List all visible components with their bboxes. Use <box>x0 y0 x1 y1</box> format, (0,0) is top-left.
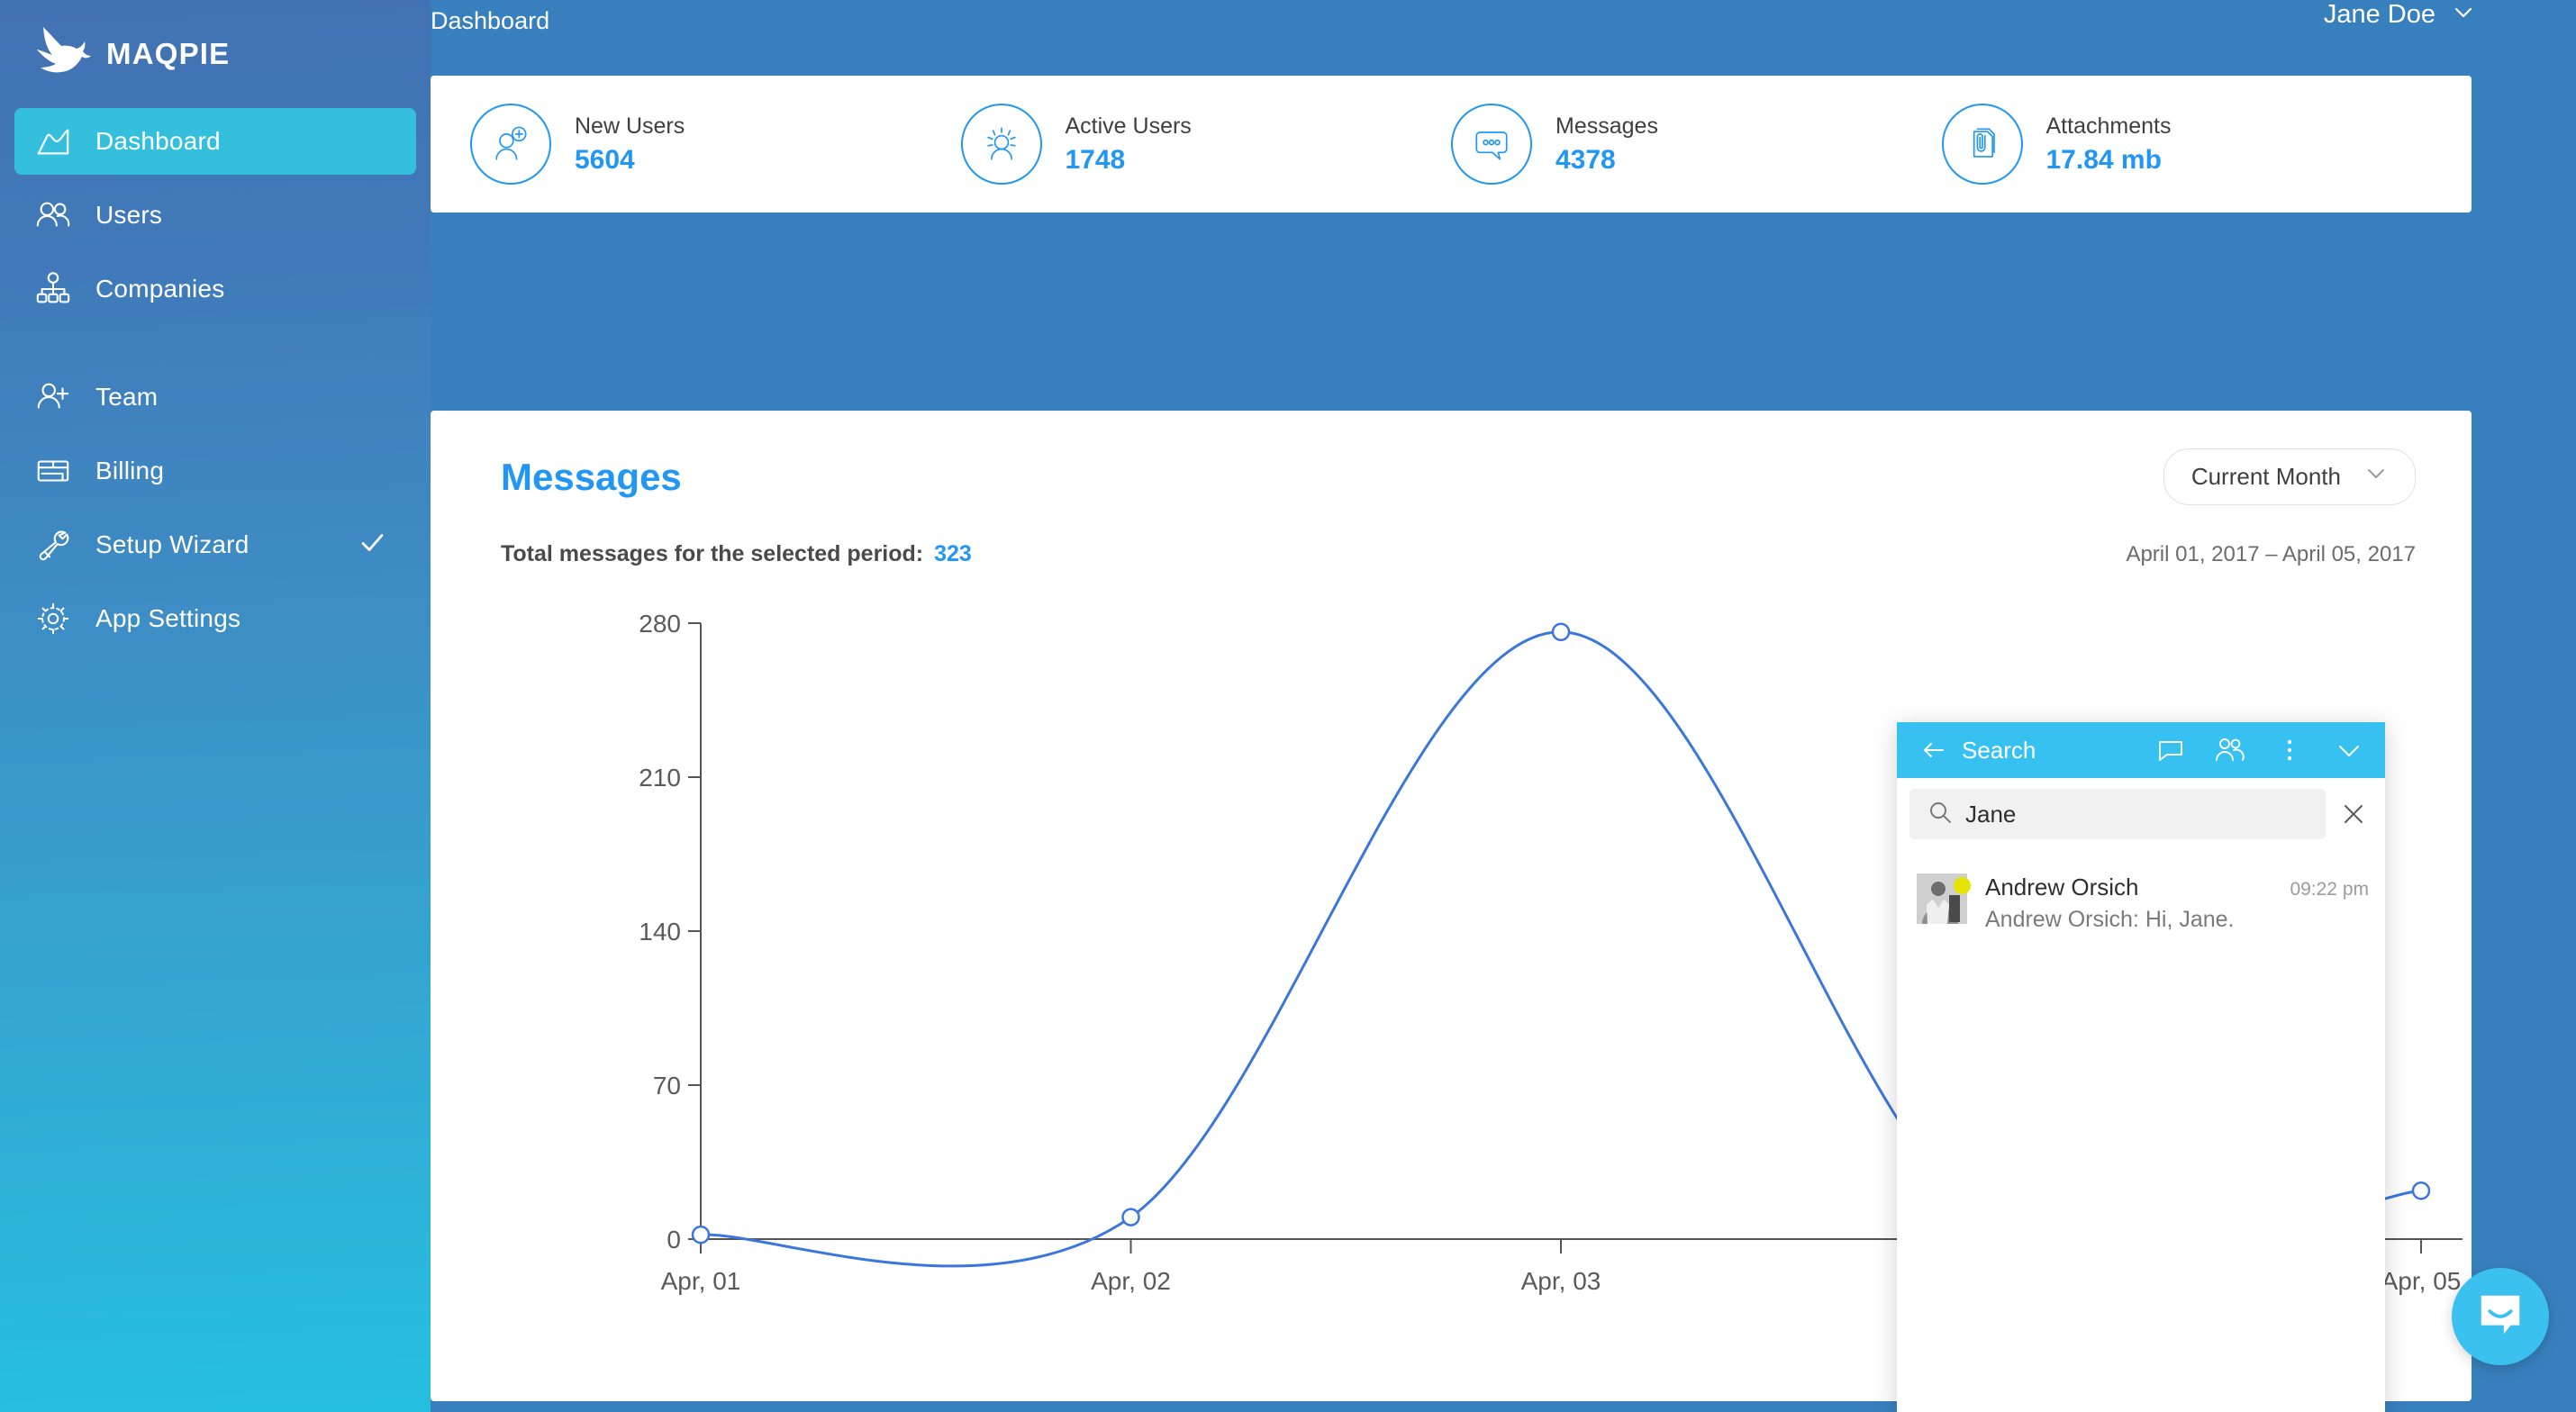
svg-text:70: 70 <box>653 1072 681 1100</box>
period-select[interactable]: Current Month <box>2163 448 2416 505</box>
user-add-icon <box>34 378 72 416</box>
sidebar-item-companies[interactable]: Companies <box>14 256 416 322</box>
clear-search-button[interactable] <box>2335 795 2372 833</box>
total-messages-value: 323 <box>934 541 972 566</box>
svg-text:Apr, 01: Apr, 01 <box>661 1267 741 1295</box>
users-icon <box>34 196 72 234</box>
magpie-bird-logo-icon <box>32 25 94 83</box>
intercom-launcher-button[interactable] <box>2452 1268 2549 1365</box>
gear-icon <box>34 600 72 638</box>
svg-text:Apr, 05: Apr, 05 <box>2381 1267 2462 1295</box>
attachment-icon <box>1941 104 2023 185</box>
sidebar-item-label: Dashboard <box>95 127 221 155</box>
user-active-icon <box>960 104 1042 185</box>
check-icon <box>358 530 385 561</box>
credit-card-icon <box>34 452 72 490</box>
chat-widget-header: Search <box>1897 722 2385 778</box>
sidebar-item-dashboard[interactable]: Dashboard <box>14 108 416 175</box>
stat-label: New Users <box>575 113 685 139</box>
chevron-down-icon[interactable] <box>2333 734 2365 766</box>
search-input[interactable]: Jane <box>1909 789 2326 839</box>
list-item[interactable]: Andrew Orsich 09:22 pm Andrew Orsich: Hi… <box>1897 864 2385 942</box>
avatar <box>1917 873 1971 924</box>
stat-value: 5604 <box>575 144 635 175</box>
sidebar-item-label: Users <box>95 201 163 229</box>
search-input-value: Jane <box>1965 800 2017 828</box>
stat-label: Attachments <box>2045 113 2172 139</box>
org-chart-icon <box>34 270 72 308</box>
sidebar-item-setup-wizard[interactable]: Setup Wizard <box>14 511 416 578</box>
chat-search-row: Jane <box>1897 778 2385 848</box>
search-icon <box>1927 800 1953 829</box>
svg-text:140: 140 <box>639 918 681 946</box>
sidebar-item-label: Billing <box>95 457 165 484</box>
chat-search-results: Andrew Orsich 09:22 pm Andrew Orsich: Hi… <box>1897 848 2385 1412</box>
sidebar-item-label: App Settings <box>95 604 241 632</box>
stat-value: 1748 <box>1065 144 1126 175</box>
chevron-down-icon <box>2364 462 2388 492</box>
message-preview: Andrew Orsich: Hi, Jane. <box>1985 907 2235 932</box>
user-menu[interactable]: Jane Doe <box>2324 0 2475 30</box>
message-time: 09:22 pm <box>2290 879 2369 900</box>
chat-widget-title: Search <box>1962 736 2036 764</box>
sidebar-item-billing[interactable]: Billing <box>14 438 416 504</box>
sidebar-item-users[interactable]: Users <box>14 182 416 249</box>
sidebar-item-team[interactable]: Team <box>14 364 416 430</box>
date-range: April 01, 2017 – April 05, 2017 <box>2126 541 2416 566</box>
page-title: Messages <box>501 455 682 498</box>
brand: MAQPIE <box>0 18 431 90</box>
total-messages-label: Total messages for the selected period: <box>501 541 924 566</box>
wrench-icon <box>34 526 72 564</box>
sidebar-item-label: Team <box>95 383 159 411</box>
sidebar: MAQPIE Dashboard Users Companies Team Bi… <box>0 0 431 1412</box>
stats-card: New Users 5604 Active Users 1748 Message… <box>431 76 2472 213</box>
brand-name: MAQPIE <box>106 37 231 70</box>
app-root: MAQPIE Dashboard Users Companies Team Bi… <box>0 0 2576 1412</box>
chat-bubble-icon <box>1451 104 1532 185</box>
sidebar-nav: Dashboard Users Companies Team Billing S… <box>0 108 431 652</box>
messages-subheader: Total messages for the selected period: 3… <box>431 505 2472 567</box>
nav-divider-space <box>0 322 431 364</box>
topbar: Dashboard Jane Doe <box>431 0 2576 41</box>
breadcrumb: Dashboard <box>431 7 550 34</box>
svg-text:0: 0 <box>667 1226 681 1254</box>
stat-active-users: Active Users 1748 <box>960 104 1452 185</box>
svg-text:Apr, 02: Apr, 02 <box>1091 1267 1171 1295</box>
contact-name: Andrew Orsich <box>1985 873 2139 901</box>
presence-indicator <box>1954 877 1971 894</box>
back-arrow-icon[interactable] <box>1917 733 1951 767</box>
period-select-label: Current Month <box>2191 463 2341 490</box>
stat-value: 17.84 mb <box>2045 144 2162 175</box>
sidebar-item-app-settings[interactable]: App Settings <box>14 585 416 652</box>
svg-text:210: 210 <box>639 764 681 792</box>
chat-widget-panel: Search Jane Andrew Orsich 09:22 pm Andre… <box>1897 722 2385 1412</box>
messages-header: Messages Current Month <box>431 411 2472 505</box>
stat-messages: Messages 4378 <box>1451 104 1942 185</box>
user-name: Jane Doe <box>2323 0 2435 29</box>
chevron-down-icon <box>2452 1 2475 29</box>
stat-new-users: New Users 5604 <box>470 104 961 185</box>
sidebar-item-label: Companies <box>95 275 225 303</box>
stat-value: 4378 <box>1556 144 1616 175</box>
contacts-icon[interactable] <box>2214 734 2246 766</box>
svg-text:280: 280 <box>639 610 681 638</box>
more-vertical-icon[interactable] <box>2273 734 2306 766</box>
chat-widget-actions <box>2154 734 2365 766</box>
stat-label: Active Users <box>1065 113 1192 139</box>
sidebar-item-label: Setup Wizard <box>95 530 249 558</box>
stat-attachments: Attachments 17.84 mb <box>1941 104 2433 185</box>
user-plus-icon <box>470 104 551 185</box>
stat-label: Messages <box>1556 113 1658 139</box>
chart-area-icon <box>34 122 72 160</box>
intercom-smile-icon <box>2474 1289 2526 1345</box>
list-item-body: Andrew Orsich 09:22 pm Andrew Orsich: Hi… <box>1985 873 2369 933</box>
chat-bubble-icon[interactable] <box>2154 734 2187 766</box>
total-messages: Total messages for the selected period: 3… <box>501 541 972 567</box>
svg-text:Apr, 03: Apr, 03 <box>1521 1267 1601 1295</box>
